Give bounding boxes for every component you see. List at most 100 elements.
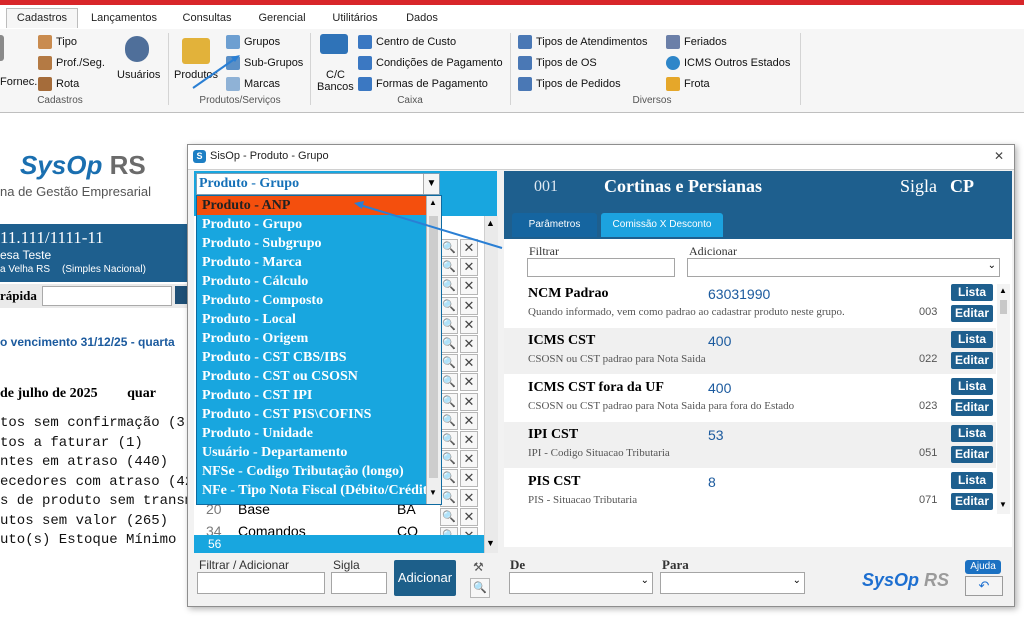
scroll-down-icon[interactable]: ▼ <box>429 488 437 497</box>
dropdown-scrollbar[interactable]: ▲ ▼ <box>426 196 441 504</box>
dropdown-option[interactable]: NFe - Tipo Nota Fiscal (Débito/Crédito) <box>197 481 430 500</box>
parameter-value[interactable]: 400 <box>708 333 731 349</box>
tab-parametros[interactable]: Parâmetros <box>512 213 597 237</box>
tipos-atendimentos-button[interactable]: Tipos de Atendimentos <box>518 35 648 49</box>
chevron-down-icon[interactable]: ▼ <box>423 174 439 194</box>
view-icon[interactable]: 🔍 <box>440 354 458 373</box>
prof-seg-button[interactable]: Prof./Seg. <box>38 56 105 70</box>
view-icon[interactable]: 🔍 <box>440 277 458 296</box>
chevron-down-icon[interactable]: ⌄ <box>641 575 649 586</box>
dropdown-option[interactable]: Produto - Unidade <box>197 424 430 443</box>
condicoes-button[interactable]: Condições de Pagamento <box>358 56 503 70</box>
icms-outros-button[interactable]: ICMS Outros Estados <box>666 56 790 70</box>
dropdown-option[interactable]: NFSe - Codigo Tributação (longo) <box>197 462 430 481</box>
frota-button[interactable]: Frota <box>666 77 710 91</box>
delete-icon[interactable]: ✕ <box>460 450 478 469</box>
chevron-down-icon[interactable]: ⌄ <box>988 260 996 271</box>
tab-comissao-desconto[interactable]: Comissão X Desconto <box>601 213 723 237</box>
centro-custo-button[interactable]: Centro de Custo <box>358 35 456 49</box>
usuarios-button[interactable]: Usuários <box>117 69 160 81</box>
parameter-value[interactable]: 400 <box>708 380 731 396</box>
scroll-down-icon[interactable]: ▼ <box>486 538 495 548</box>
rota-button[interactable]: Rota <box>38 77 79 91</box>
editar-button[interactable]: Editar <box>951 399 993 416</box>
scroll-up-icon[interactable]: ▲ <box>429 198 437 207</box>
tab-gerencial[interactable]: Gerencial <box>248 9 316 28</box>
search-icon[interactable]: 🔍 <box>470 578 490 598</box>
chevron-down-icon[interactable]: ⌄ <box>793 575 801 586</box>
view-icon[interactable]: 🔍 <box>440 239 458 257</box>
delete-icon[interactable]: ✕ <box>460 239 478 257</box>
marcas-button[interactable]: Marcas <box>226 77 280 91</box>
delete-icon[interactable]: ✕ <box>460 296 478 315</box>
view-icon[interactable]: 🔍 <box>440 335 458 353</box>
tipos-pedidos-button[interactable]: Tipos de Pedidos <box>518 77 621 91</box>
dropdown-option[interactable]: Usuário - Departamento <box>197 443 430 462</box>
para-select[interactable]: ⌄ <box>660 572 805 594</box>
subgrupos-button[interactable]: Sub-Grupos <box>226 56 303 70</box>
dropdown-option[interactable]: Produto - Cálculo <box>197 272 430 291</box>
filter-input[interactable] <box>197 572 325 594</box>
dropdown-option[interactable]: Produto - CST ou CSOSN <box>197 367 430 386</box>
dropdown-option[interactable]: Produto - CST IPI <box>197 386 430 405</box>
tools-icon[interactable]: ⚒ <box>463 560 497 576</box>
table-select[interactable]: Produto - Grupo ▼ <box>196 173 440 195</box>
lista-button[interactable]: Lista <box>951 472 993 489</box>
pending-item[interactable]: s de produto sem transm <box>0 492 193 512</box>
sigla-input[interactable] <box>331 572 387 594</box>
list-scrollbar[interactable]: ▲ ▼ <box>484 216 498 553</box>
tipo-button[interactable]: Tipo <box>38 35 77 49</box>
delete-icon[interactable]: ✕ <box>460 354 478 373</box>
delete-icon[interactable]: ✕ <box>460 469 478 488</box>
fornec-button[interactable]: Fornec. <box>0 76 37 88</box>
view-icon[interactable]: 🔍 <box>440 392 458 411</box>
dropdown-option[interactable]: Produto - Marca <box>197 253 430 272</box>
delete-icon[interactable]: ✕ <box>460 258 478 277</box>
help-button[interactable]: Ajuda <box>965 560 1001 574</box>
delete-icon[interactable]: ✕ <box>460 335 478 353</box>
pending-item[interactable]: tos sem confirmação (3) <box>0 414 193 434</box>
delete-icon[interactable]: ✕ <box>460 277 478 296</box>
grupos-button[interactable]: Grupos <box>226 35 280 49</box>
tab-utilitarios[interactable]: Utilitários <box>322 9 388 28</box>
delete-icon[interactable]: ✕ <box>460 488 478 507</box>
lista-button[interactable]: Lista <box>951 331 993 348</box>
editar-button[interactable]: Editar <box>951 305 993 322</box>
cc-bancos-button[interactable]: C/C <box>326 69 345 81</box>
lista-button[interactable]: Lista <box>951 425 993 442</box>
view-icon[interactable]: 🔍 <box>440 411 458 430</box>
tab-dados[interactable]: Dados <box>394 9 450 28</box>
fields-scrollbar[interactable]: ▲ ▼ <box>997 284 1010 514</box>
scroll-up-icon[interactable]: ▲ <box>999 286 1007 295</box>
tab-consultas[interactable]: Consultas <box>172 9 242 28</box>
editar-button[interactable]: Editar <box>951 352 993 369</box>
filtrar-input[interactable] <box>527 258 675 277</box>
pending-item[interactable]: ecedores com atraso (42 <box>0 473 193 493</box>
tab-lancamentos[interactable]: Lançamentos <box>84 9 164 28</box>
parameter-value[interactable]: 53 <box>708 427 724 443</box>
feriados-button[interactable]: Feriados <box>666 35 727 49</box>
delete-icon[interactable]: ✕ <box>460 507 478 526</box>
dropdown-option[interactable]: Produto - Composto <box>197 291 430 310</box>
delete-icon[interactable]: ✕ <box>460 373 478 392</box>
view-icon[interactable]: 🔍 <box>440 258 458 277</box>
view-icon[interactable]: 🔍 <box>440 488 458 507</box>
dropdown-option[interactable]: Produto - CST CBS/IBS <box>197 348 430 367</box>
dropdown-option[interactable]: Produto - Local <box>197 310 430 329</box>
view-icon[interactable]: 🔍 <box>440 469 458 488</box>
produtos-button[interactable]: Produtos <box>174 69 218 81</box>
back-icon[interactable]: ↶ <box>965 576 1003 596</box>
delete-icon[interactable]: ✕ <box>460 411 478 430</box>
adicionar-select[interactable]: ⌄ <box>687 258 1000 277</box>
dropdown-option[interactable]: Produto - Grupo <box>197 215 430 234</box>
dropdown-option[interactable]: Produto - CST PIS\COFINS <box>197 405 430 424</box>
close-icon[interactable]: ✕ <box>994 149 1004 163</box>
dropdown-option[interactable]: Produto - Subgrupo <box>197 234 430 253</box>
view-icon[interactable]: 🔍 <box>440 450 458 469</box>
tipos-os-button[interactable]: Tipos de OS <box>518 56 597 70</box>
dropdown-scroll-thumb[interactable] <box>429 216 438 478</box>
parameter-value[interactable]: 8 <box>708 474 716 490</box>
view-icon[interactable]: 🔍 <box>440 296 458 315</box>
view-icon[interactable]: 🔍 <box>440 507 458 526</box>
dropdown-option[interactable]: Produto - ANP <box>197 196 430 215</box>
